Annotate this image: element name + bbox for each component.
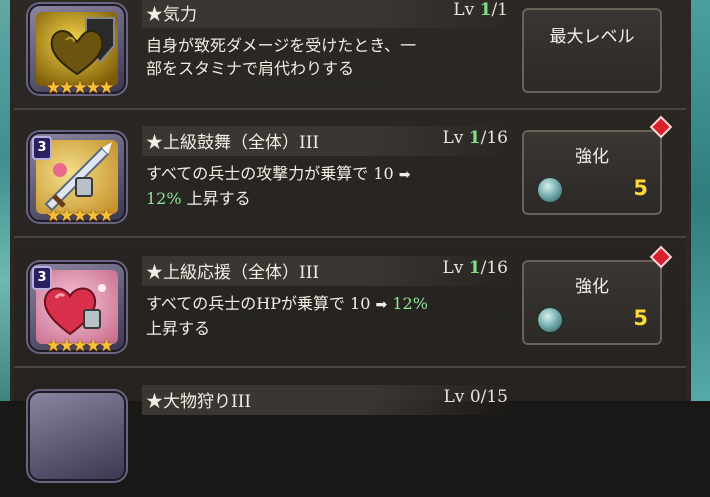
level-current: 0 [469, 387, 481, 407]
skill-icon-frame[interactable]: 3 ★★★★★ [30, 134, 124, 226]
arrow-right-icon: ➡ [375, 297, 388, 313]
rarity-stars: ★★★★★ [45, 78, 114, 98]
level-max: /15 [480, 387, 508, 407]
skill-row-oomono-gari: ★大物狩りIII Lv 0/15 [14, 381, 686, 497]
rarity-stars: ★★★★★ [45, 206, 114, 226]
max-level-button[interactable]: 最大レベル [522, 8, 662, 93]
arrow-right-icon: ➡ [398, 167, 411, 183]
description-highlight: 12% [392, 294, 428, 313]
skill-level: Lv 1/1 [453, 0, 508, 20]
description-highlight: 12% [146, 189, 182, 208]
description-text: すべての兵士の攻撃力が乗算で 10 [146, 164, 399, 183]
level-current: 1 [468, 128, 481, 148]
description-text: すべての兵士のHPが乗算で 10 [146, 294, 376, 313]
enhance-button[interactable]: 強化 5 [522, 260, 662, 345]
level-current: 1 [479, 0, 492, 20]
skill-list-panel: ★★★★★ ★気力 Lv 1/1 自身が致死ダメージを受けたとき、一 部をスタミ… [14, 0, 686, 479]
skill-row-kiryoku: ★★★★★ ★気力 Lv 1/1 自身が致死ダメージを受けたとき、一 部をスタミ… [14, 0, 686, 110]
enhance-button[interactable]: 強化 5 [522, 130, 662, 215]
level-prefix: Lv [442, 258, 464, 278]
heart-shield-icon [36, 12, 118, 86]
description-text: 上昇する [146, 319, 211, 338]
rarity-stars: ★★★★★ [45, 336, 114, 356]
rank-badge: 3 [32, 266, 52, 290]
level-prefix: Lv [453, 0, 475, 20]
level-max: /1 [491, 0, 508, 20]
skill-name: ★上級鼓舞（全体）III [146, 133, 320, 153]
skill-icon-frame[interactable]: ★★★★★ [30, 6, 124, 98]
skill-icon-frame[interactable] [30, 393, 124, 479]
skill-name: ★上級応援（全体）III [146, 263, 320, 283]
level-prefix: Lv [443, 387, 465, 407]
skill-name: ★大物狩りIII [146, 392, 252, 412]
skill-description: すべての兵士の攻撃力が乗算で 10 ➡ 12% 上昇する [146, 162, 516, 210]
button-label: 強化 [575, 147, 609, 167]
level-prefix: Lv [442, 128, 464, 148]
skill-description: すべての兵士のHPが乗算で 10 ➡ 12% 上昇する [146, 292, 516, 340]
button-label: 最大レベル [549, 27, 635, 47]
skill-icon-frame[interactable]: 3 ★★★★★ [30, 264, 124, 356]
orb-icon [538, 178, 562, 202]
cost-value: 5 [633, 176, 648, 200]
level-max: /16 [480, 128, 508, 148]
skill-level: Lv 0/15 [444, 387, 509, 407]
description-text: 上昇する [181, 189, 251, 208]
level-max: /16 [480, 258, 508, 278]
skill-name: ★気力 [146, 5, 197, 25]
skill-row-joukyu-ouen: 3 ★★★★★ ★上級応援（全体）III Lv 1/16 すべての兵士のHPが乗… [14, 245, 686, 368]
button-label: 強化 [575, 277, 609, 297]
description-line: 自身が致死ダメージを受けたとき、一 [146, 36, 417, 55]
right-background-strip [686, 0, 710, 401]
cost-value: 5 [633, 306, 648, 330]
description-line: 部をスタミナで肩代わりする [146, 59, 355, 78]
skill-level: Lv 1/16 [442, 258, 508, 278]
level-current: 1 [468, 258, 481, 278]
orb-icon [538, 308, 562, 332]
skill-row-joukyu-kobu: 3 ★★★★★ ★上級鼓舞（全体）III Lv 1/16 すべての兵士の攻撃力が… [14, 115, 686, 238]
left-background-strip [0, 0, 14, 401]
skill-level: Lv 1/16 [442, 128, 508, 148]
skill-description: 自身が致死ダメージを受けたとき、一 部をスタミナで肩代わりする [146, 34, 516, 80]
rank-badge: 3 [32, 136, 52, 160]
